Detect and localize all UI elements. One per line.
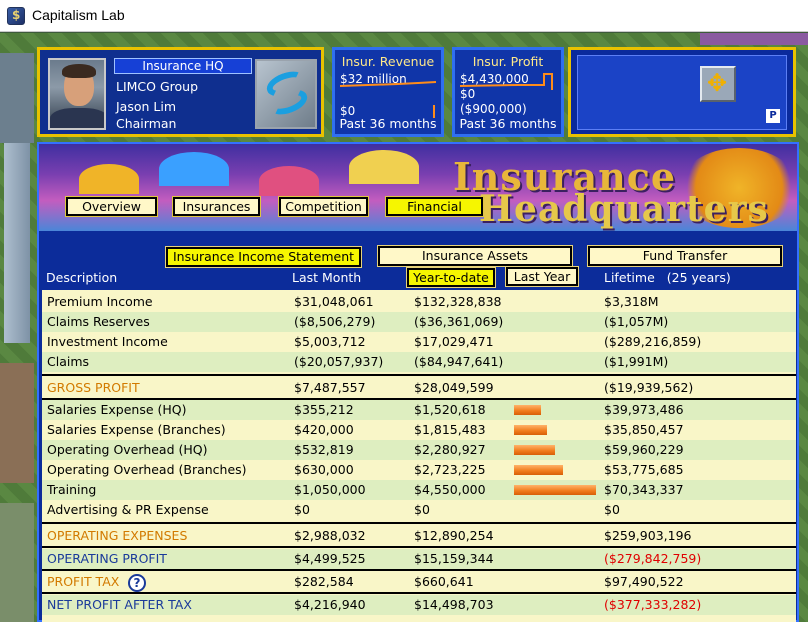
banner-title-line2: Headquarters (479, 188, 769, 230)
building (0, 53, 34, 143)
table-row: Investment Income $5,003,712 $17,029,471(… (47, 334, 702, 349)
table-row: Claims ($20,057,937) ($84,947,641) ($1,991… (42, 352, 796, 372)
table-row: Advertising & PR Expense $0 $0 $0 (47, 502, 620, 517)
profit-period: Past 36 months (459, 116, 557, 131)
income-statement-button[interactable]: Insurance Income Statement (165, 246, 362, 268)
person-role: Chairman (116, 116, 177, 131)
tab-competition[interactable]: Competition (278, 196, 369, 217)
profit-title: Insur. Profit (472, 54, 544, 69)
expense-bar (514, 485, 596, 495)
tab-insurances[interactable]: Insurances (172, 196, 261, 217)
p-badge[interactable]: P (766, 109, 780, 123)
revenue-title: Insur. Revenue (341, 54, 435, 69)
year-to-date-button[interactable]: Year-to-date (406, 267, 496, 288)
expense-bar (514, 465, 563, 475)
column-lifetime-label: Lifetime (604, 270, 655, 285)
building (0, 503, 34, 622)
profit-bottom-value: ($900,000) (460, 102, 527, 116)
revenue-period: Past 36 months (339, 116, 437, 131)
column-lifetime: Lifetime (25 years) (604, 270, 731, 285)
column-description: Description (46, 270, 118, 285)
table-row: Operating Overhead (HQ) $532,819 $2,280,9… (42, 440, 796, 460)
building (700, 33, 808, 45)
income-statement-table: Premium Income $31,048,061 $132,328,838 $3… (42, 290, 796, 622)
operating-profit-row: OPERATING PROFIT $4,499,525 $15,159,344 ($… (42, 549, 796, 569)
table-row: Claims Reserves ($8,506,279) ($36,361,069… (42, 312, 796, 332)
table-row: Operating Overhead (Branches) $630,000 $2… (47, 462, 684, 477)
column-last-month: Last Month (292, 270, 362, 285)
tab-overview[interactable]: Overview (65, 196, 158, 217)
net-profit-row: NET PROFIT AFTER TAX $4,216,940 $14,498,7… (42, 595, 796, 615)
tool-panel: ✥ P (568, 47, 796, 137)
skyscraper (4, 143, 30, 343)
profit-mid-value: $0 (460, 87, 476, 101)
table-row: Salaries Expense (Branches) $420,000 $1,8… (47, 422, 684, 437)
expense-bar (514, 405, 541, 415)
banner: Insurance Headquarters Overview Insuranc… (39, 144, 797, 231)
expense-bar (514, 445, 555, 455)
table-row: Premium Income $31,048,061 $132,328,838 $3… (47, 294, 659, 309)
table-row: Training $1,050,000 $4,550,000 $70,343,33… (42, 480, 796, 500)
table-row: Salaries Expense (HQ) $355,212 $1,520,618… (42, 400, 796, 420)
move-arrows-icon[interactable]: ✥ (700, 66, 736, 102)
company-name: LIMCO Group (116, 79, 199, 94)
column-lifetime-years: (25 years) (666, 270, 731, 285)
window-title: Capitalism Lab (32, 7, 125, 23)
insurance-hq-panel: Insurance Headquarters Overview Insuranc… (37, 142, 799, 622)
tab-financial[interactable]: Financial (385, 196, 484, 217)
help-icon[interactable]: ? (128, 574, 146, 592)
operating-expenses-row: OPERATING EXPENSES $2,988,032 $12,890,254… (47, 528, 692, 543)
last-year-button[interactable]: Last Year (505, 266, 579, 287)
company-logo (255, 59, 317, 129)
insurance-assets-button[interactable]: Insurance Assets (377, 245, 573, 267)
title-bar: Capitalism Lab (0, 0, 808, 32)
chairman-portrait[interactable] (48, 58, 106, 130)
profit-mini-chart[interactable]: Insur. Profit $4,430,000 $0 ($900,000) P… (452, 47, 564, 137)
hq-label: Insurance HQ (114, 58, 252, 74)
hq-info-panel: Insurance HQ LIMCO Group Jason Lim Chair… (37, 47, 324, 137)
expense-bar (514, 425, 547, 435)
app-icon (7, 7, 25, 25)
profit-tax-row: PROFIT TAX ? $282,584 $660,641 $97,490,52… (47, 574, 684, 592)
revenue-mini-chart[interactable]: Insur. Revenue $32 million $0 Past 36 mo… (332, 47, 444, 137)
building (0, 363, 34, 483)
tool-inner: ✥ P (577, 55, 787, 130)
gross-profit-row: GROSS PROFIT $7,487,557 $28,049,599 ($19,9… (47, 380, 694, 395)
fund-transfer-button[interactable]: Fund Transfer (587, 245, 783, 267)
person-name: Jason Lim (116, 99, 177, 114)
